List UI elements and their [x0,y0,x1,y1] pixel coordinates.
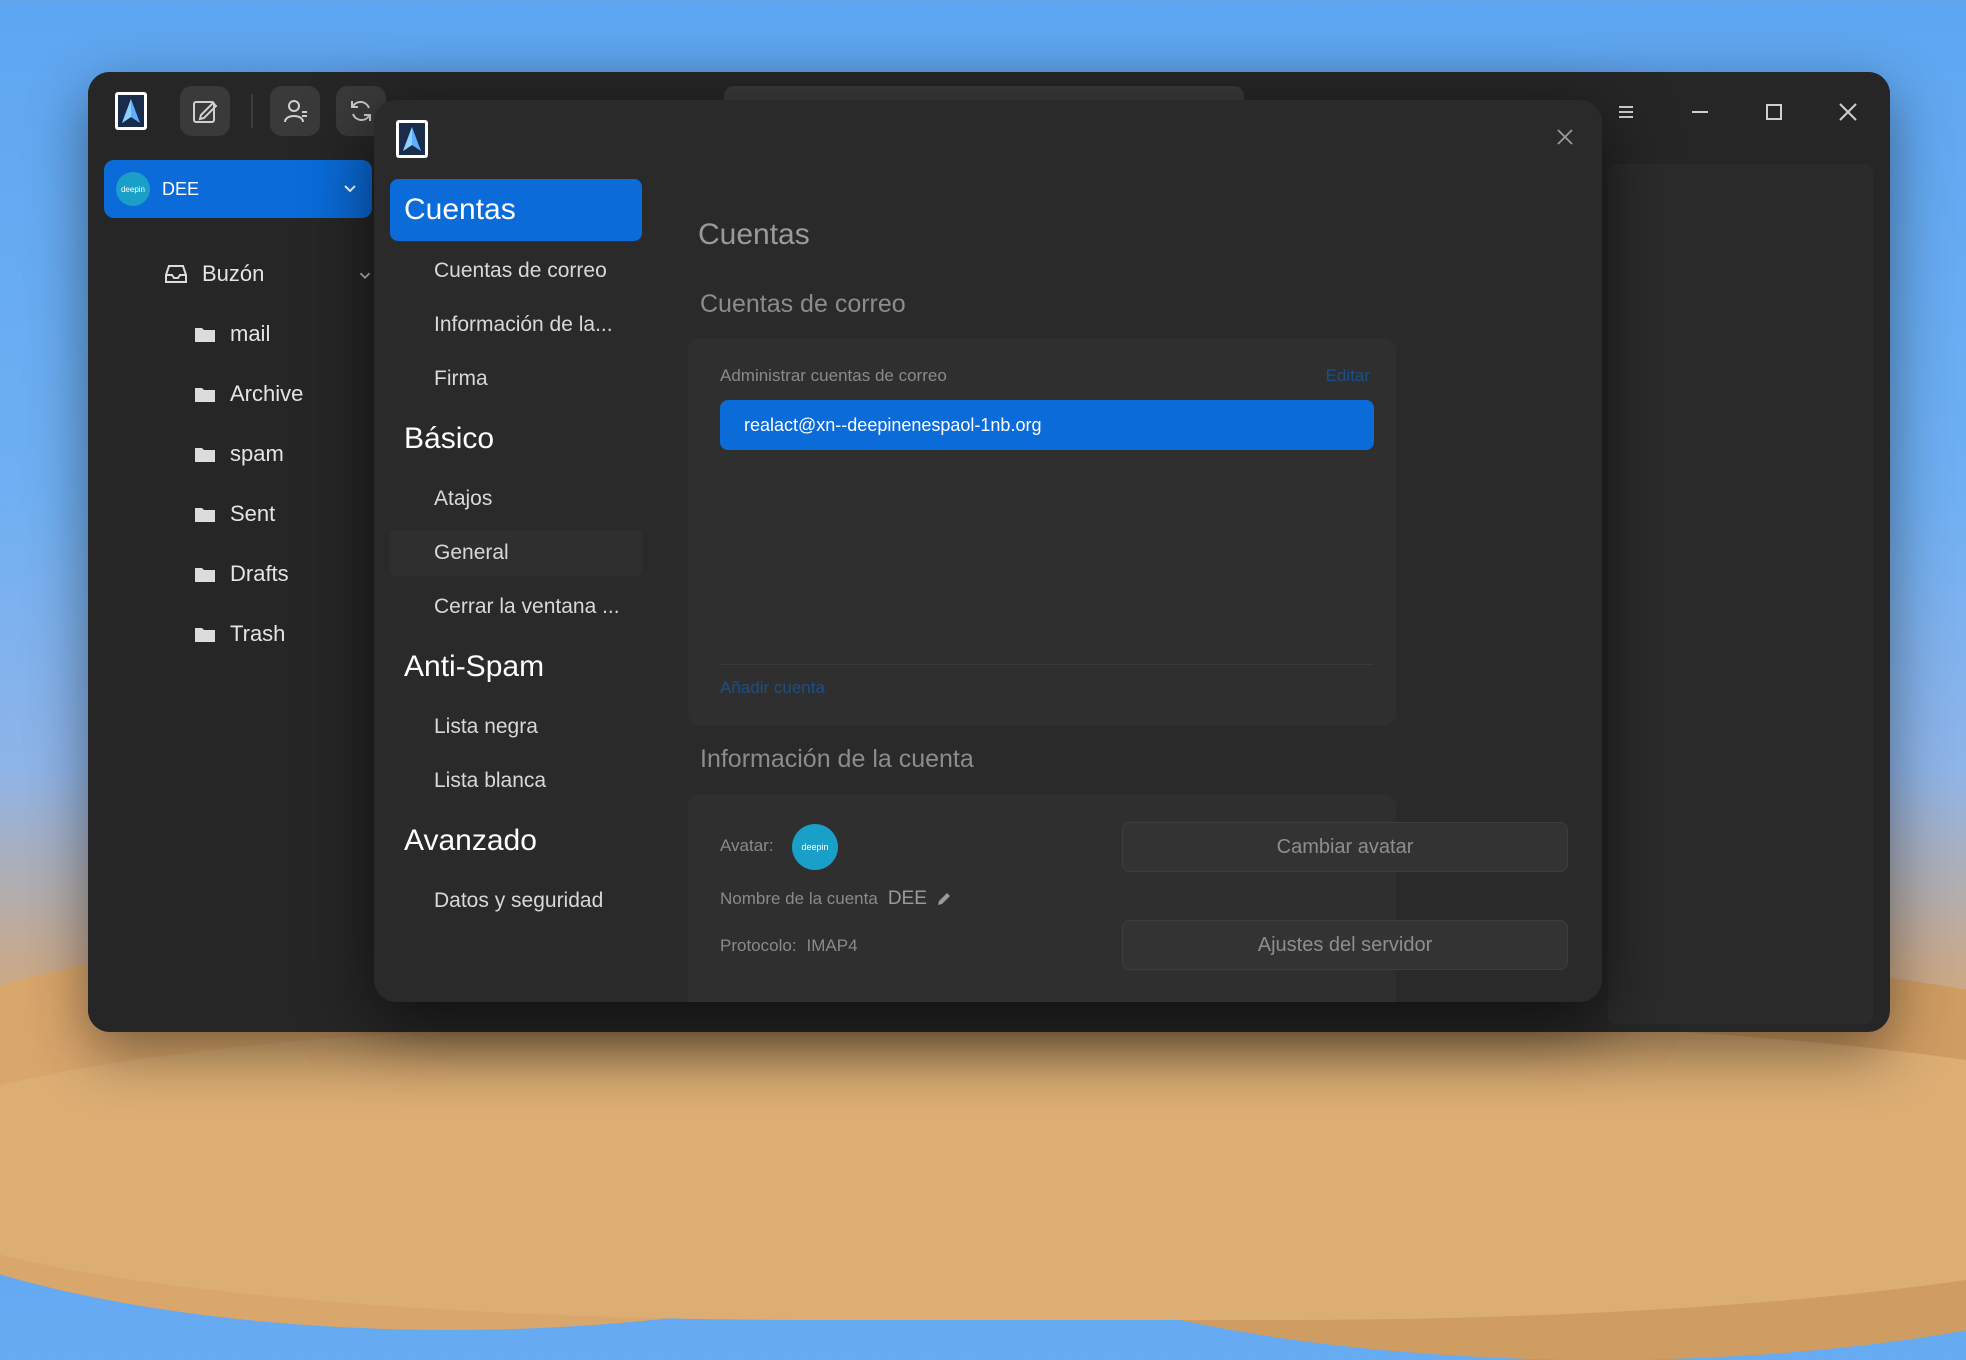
folder-icon [195,328,215,342]
toolbar-separator [251,94,253,128]
folder-label: mail [230,321,271,346]
refresh-icon [351,101,371,121]
nav-item-atajos[interactable]: Atajos [390,476,642,522]
protocol-row: Protocolo: IMAP4 [720,936,858,956]
nav-item-cuentas-de-correo[interactable]: Cuentas de correo [390,248,642,294]
settings-dialog: Cuentas Cuentas de correo Información de… [374,100,1602,1002]
folder-icon [195,568,215,582]
folder-label: Trash [230,621,286,646]
folder-item[interactable]: mail [194,314,270,354]
close-button[interactable] [1828,92,1868,132]
minimize-icon [1692,111,1708,113]
edit-pencil-icon[interactable] [935,890,953,908]
mail-accounts-heading: Cuentas de correo [700,290,906,318]
divider [720,664,1374,665]
account-name-label: Nombre de la cuenta [720,889,878,908]
account-info-card: Avatar: deepin Cambiar avatar Nombre de … [688,794,1568,1002]
account-selector[interactable]: deepin DEE [104,160,372,218]
nav-item-cerrar-ventana[interactable]: Cerrar la ventana ... [390,584,642,630]
folder-item[interactable]: Drafts [194,554,289,594]
folder-icon [195,448,215,462]
folder-item[interactable]: spam [194,434,284,474]
mail-accounts-card: Administrar cuentas de correo Editar rea… [688,338,1396,726]
account-name-value: DEE [887,888,927,909]
protocol-label: Protocolo: [720,936,797,955]
nav-section-basico[interactable]: Básico [390,408,642,470]
settings-nav: Cuentas Cuentas de correo Información de… [374,100,642,1002]
folder-icon [195,508,215,522]
folder-label: Drafts [230,561,289,586]
account-name: DEE [162,178,200,199]
compose-icon [193,101,218,123]
change-avatar-button[interactable]: Cambiar avatar [1122,822,1568,872]
settings-content: Cuentas Cuentas de correo Administrar cu… [636,100,1602,1002]
contacts-icon [284,100,307,123]
maximize-icon [1766,104,1782,120]
nav-item-informacion-cuenta[interactable]: Información de la... [390,302,642,348]
mail-preview-panel [1608,164,1873,1024]
nav-item-firma[interactable]: Firma [390,356,642,402]
folder-label: spam [230,441,284,466]
inbox-icon [165,265,187,283]
nav-item-general[interactable]: General [390,530,642,576]
protocol-value: IMAP4 [806,936,858,955]
maximize-button[interactable] [1754,92,1794,132]
account-info-heading: Información de la cuenta [700,745,974,773]
mailbox-label: Buzón [202,261,265,286]
account-avatar: deepin [116,172,150,206]
page-title: Cuentas [698,218,810,251]
nav-section-cuentas[interactable]: Cuentas [390,179,642,241]
folder-item[interactable]: Archive [194,374,303,414]
contacts-button[interactable] [270,86,320,136]
folder-item[interactable]: Sent [194,494,275,534]
edit-accounts-link[interactable]: Editar [1326,366,1370,386]
folder-icon [195,628,215,642]
folder-label: Archive [230,381,304,406]
nav-item-lista-negra[interactable]: Lista negra [390,704,642,750]
server-settings-button[interactable]: Ajustes del servidor [1122,920,1568,970]
folder-label: Sent [230,501,276,526]
deepin-mail-logo-icon [106,86,156,136]
folder-icon [195,388,215,402]
account-list-item[interactable]: realact@xn--deepinenespaol-1nb.org [720,400,1374,450]
minimize-button[interactable] [1680,92,1720,132]
close-icon [1839,103,1857,121]
menu-button[interactable] [1606,92,1646,132]
menu-icon [1619,106,1633,118]
nav-section-anti-spam[interactable]: Anti-Spam [390,636,642,698]
nav-item-lista-blanca[interactable]: Lista blanca [390,758,642,804]
sidebar: deepin DEE Buzón mail Archive spam Sent [88,148,373,1032]
chevron-down-icon [359,272,371,279]
compose-button[interactable] [180,86,230,136]
nav-item-datos-seguridad[interactable]: Datos y seguridad [390,878,642,924]
manage-accounts-label: Administrar cuentas de correo [720,366,947,385]
folder-item[interactable]: Trash [194,614,285,654]
account-avatar: deepin [792,824,838,870]
account-name-row: Nombre de la cuenta DEE [720,888,953,910]
nav-section-avanzado[interactable]: Avanzado [390,810,642,872]
avatar-label: Avatar: [720,836,774,855]
mailbox-row[interactable]: Buzón [164,254,374,294]
add-account-link[interactable]: Añadir cuenta [720,678,825,698]
chevron-down-icon [344,185,356,193]
